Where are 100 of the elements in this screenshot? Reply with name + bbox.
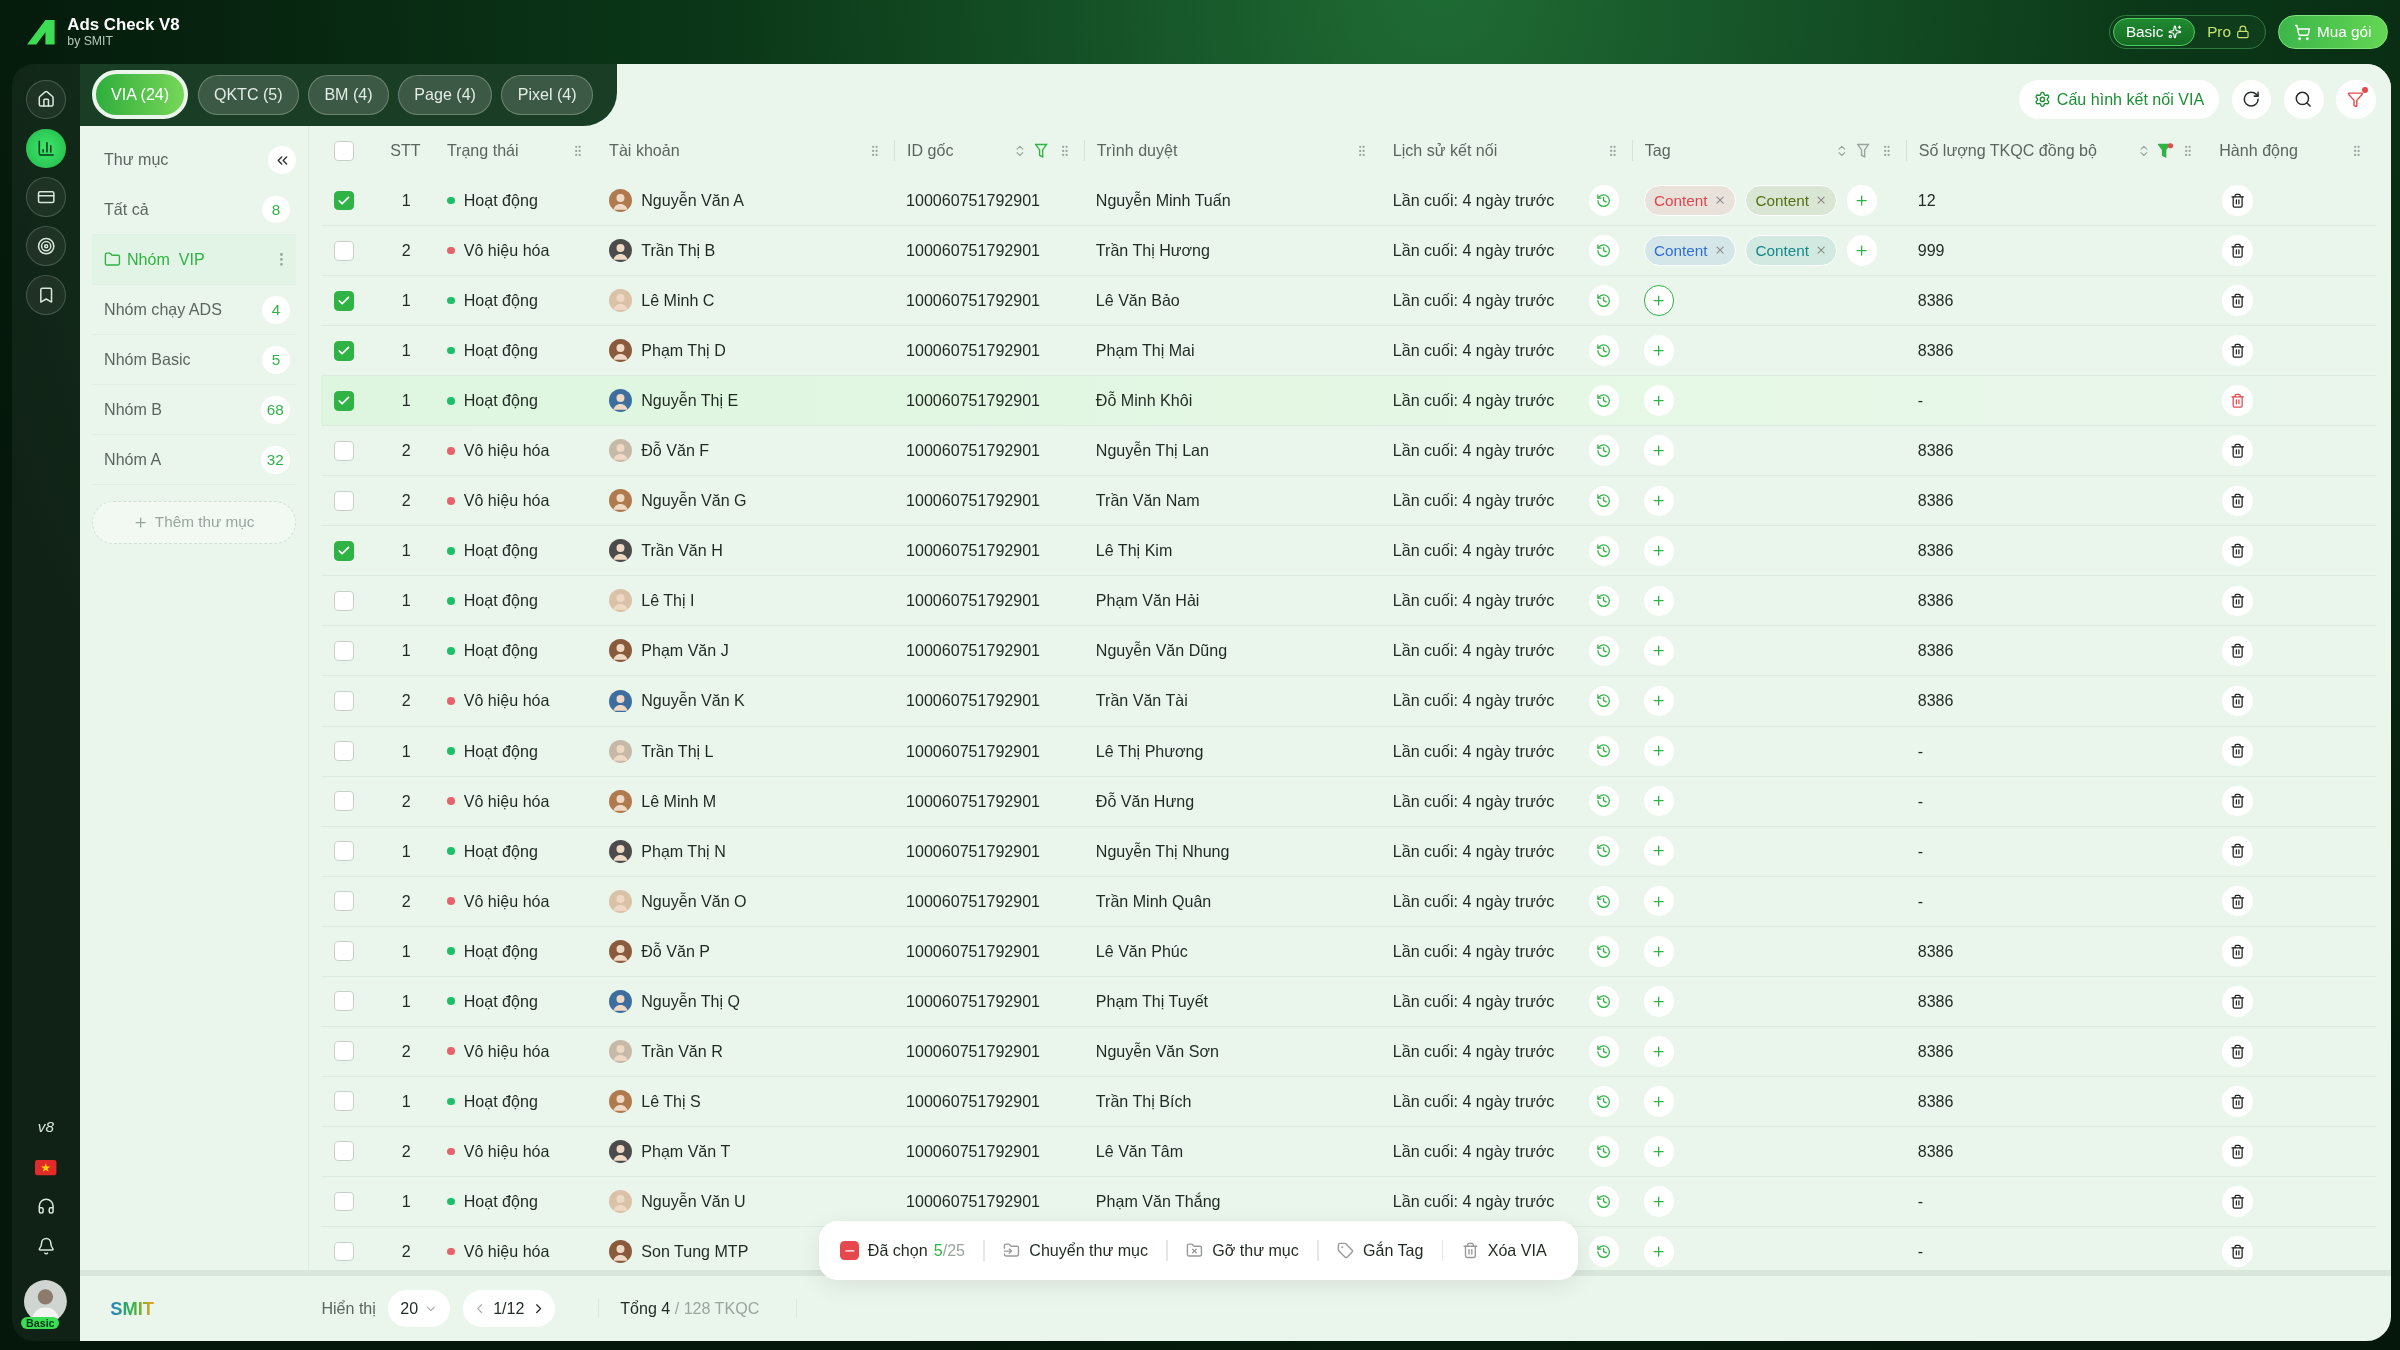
add-tag-button[interactable] xyxy=(1643,1136,1675,1167)
delete-button[interactable] xyxy=(2222,535,2253,567)
row-checkbox[interactable] xyxy=(333,1141,354,1162)
filter-icon[interactable] xyxy=(2158,143,2174,159)
row-checkbox[interactable] xyxy=(333,1191,354,1212)
row-checkbox[interactable] xyxy=(333,991,354,1012)
add-tag-button[interactable] xyxy=(1643,285,1675,316)
add-tag-button[interactable] xyxy=(1643,685,1675,717)
add-tag-button[interactable] xyxy=(1846,185,1878,216)
bulk-action-button[interactable]: Gắn Tag xyxy=(1337,1241,1424,1260)
folder-item[interactable]: Nhóm chạy ADS 4 xyxy=(91,285,296,336)
history-button[interactable] xyxy=(1588,535,1620,567)
history-button[interactable] xyxy=(1588,235,1620,266)
folder-item[interactable]: Nhóm Basic 5 xyxy=(91,335,296,386)
history-button[interactable] xyxy=(1588,935,1620,967)
delete-button[interactable] xyxy=(2222,585,2253,617)
history-button[interactable] xyxy=(1588,285,1620,316)
add-tag-button[interactable] xyxy=(1643,885,1675,917)
row-checkbox[interactable] xyxy=(333,440,354,461)
row-checkbox[interactable] xyxy=(333,691,354,711)
history-button[interactable] xyxy=(1588,885,1620,917)
row-checkbox[interactable] xyxy=(333,791,354,812)
delete-button[interactable] xyxy=(2222,1186,2253,1217)
delete-button[interactable] xyxy=(2222,985,2253,1017)
add-tag-button[interactable] xyxy=(1643,1086,1675,1117)
filter-button[interactable] xyxy=(2335,79,2376,120)
plan-option[interactable]: Basic xyxy=(2112,18,2195,46)
nav-button[interactable] xyxy=(26,275,66,316)
nav-button[interactable] xyxy=(26,128,66,169)
add-tag-button[interactable] xyxy=(1846,235,1878,266)
remove-tag-icon[interactable] xyxy=(1815,244,1828,257)
delete-button[interactable] xyxy=(2222,185,2253,216)
history-button[interactable] xyxy=(1588,985,1620,1017)
add-tag-button[interactable] xyxy=(1643,1186,1675,1217)
row-checkbox[interactable] xyxy=(333,340,354,361)
plan-option[interactable]: Pro xyxy=(2194,18,2262,46)
add-tag-button[interactable] xyxy=(1643,385,1675,416)
row-checkbox[interactable] xyxy=(333,190,354,211)
delete-button[interactable] xyxy=(2222,835,2253,867)
delete-button[interactable] xyxy=(2222,1136,2253,1167)
history-button[interactable] xyxy=(1588,1136,1620,1167)
delete-button[interactable] xyxy=(2222,235,2253,266)
add-tag-button[interactable] xyxy=(1643,635,1675,667)
headset-icon[interactable] xyxy=(36,1197,56,1216)
add-tag-button[interactable] xyxy=(1643,335,1675,366)
history-button[interactable] xyxy=(1588,385,1620,416)
delete-button[interactable] xyxy=(2222,635,2253,667)
select-all-checkbox[interactable] xyxy=(333,140,354,161)
history-button[interactable] xyxy=(1588,1086,1620,1117)
row-checkbox[interactable] xyxy=(333,490,354,511)
remove-tag-icon[interactable] xyxy=(1815,194,1828,207)
delete-button[interactable] xyxy=(2222,335,2253,366)
history-button[interactable] xyxy=(1588,485,1620,517)
deselect-icon[interactable] xyxy=(840,1241,859,1260)
history-button[interactable] xyxy=(1588,835,1620,867)
add-tag-button[interactable] xyxy=(1643,1036,1675,1067)
add-tag-button[interactable] xyxy=(1643,585,1675,617)
row-checkbox[interactable] xyxy=(333,290,354,311)
add-tag-button[interactable] xyxy=(1643,785,1675,817)
history-button[interactable] xyxy=(1588,435,1620,467)
row-checkbox[interactable] xyxy=(333,891,354,912)
delete-button[interactable] xyxy=(2222,485,2253,517)
row-checkbox[interactable] xyxy=(333,540,354,561)
add-tag-button[interactable] xyxy=(1643,485,1675,517)
row-checkbox[interactable] xyxy=(333,1091,354,1112)
row-checkbox[interactable] xyxy=(333,641,354,661)
folder-item[interactable]: Nhóm A 32 xyxy=(91,435,296,486)
row-checkbox[interactable] xyxy=(333,590,354,611)
history-button[interactable] xyxy=(1588,585,1620,617)
nav-button[interactable] xyxy=(26,79,66,120)
collapse-button[interactable] xyxy=(268,146,296,174)
history-button[interactable] xyxy=(1588,185,1620,216)
delete-button[interactable] xyxy=(2222,685,2253,717)
history-button[interactable] xyxy=(1588,635,1620,667)
add-tag-button[interactable] xyxy=(1643,435,1675,467)
remove-tag-icon[interactable] xyxy=(1713,194,1726,207)
history-button[interactable] xyxy=(1588,1186,1620,1217)
tab[interactable]: QKTC (5) xyxy=(197,75,299,115)
delete-button[interactable] xyxy=(2222,935,2253,967)
add-tag-button[interactable] xyxy=(1643,985,1675,1017)
filter-icon[interactable] xyxy=(1856,143,1872,159)
row-checkbox[interactable] xyxy=(333,240,354,261)
history-button[interactable] xyxy=(1588,335,1620,366)
add-tag-button[interactable] xyxy=(1643,935,1675,967)
remove-tag-icon[interactable] xyxy=(1713,244,1726,257)
history-button[interactable] xyxy=(1588,685,1620,717)
history-button[interactable] xyxy=(1588,785,1620,817)
nav-button[interactable] xyxy=(26,177,66,218)
config-button[interactable]: Cấu hình kết nối VIA xyxy=(2018,79,2220,120)
sort-icon[interactable] xyxy=(1835,143,1849,158)
delete-button[interactable] xyxy=(2222,785,2253,817)
tab[interactable]: Page (4) xyxy=(398,75,493,115)
delete-button[interactable] xyxy=(2222,885,2253,917)
delete-button[interactable] xyxy=(2222,1086,2253,1117)
flag-icon[interactable] xyxy=(35,1160,57,1176)
delete-button[interactable] xyxy=(2222,1036,2253,1067)
search-button[interactable] xyxy=(2283,79,2324,120)
folder-item[interactable]: Tất cả 8 xyxy=(91,185,296,236)
add-tag-button[interactable] xyxy=(1643,735,1675,767)
nav-button[interactable] xyxy=(26,226,66,267)
